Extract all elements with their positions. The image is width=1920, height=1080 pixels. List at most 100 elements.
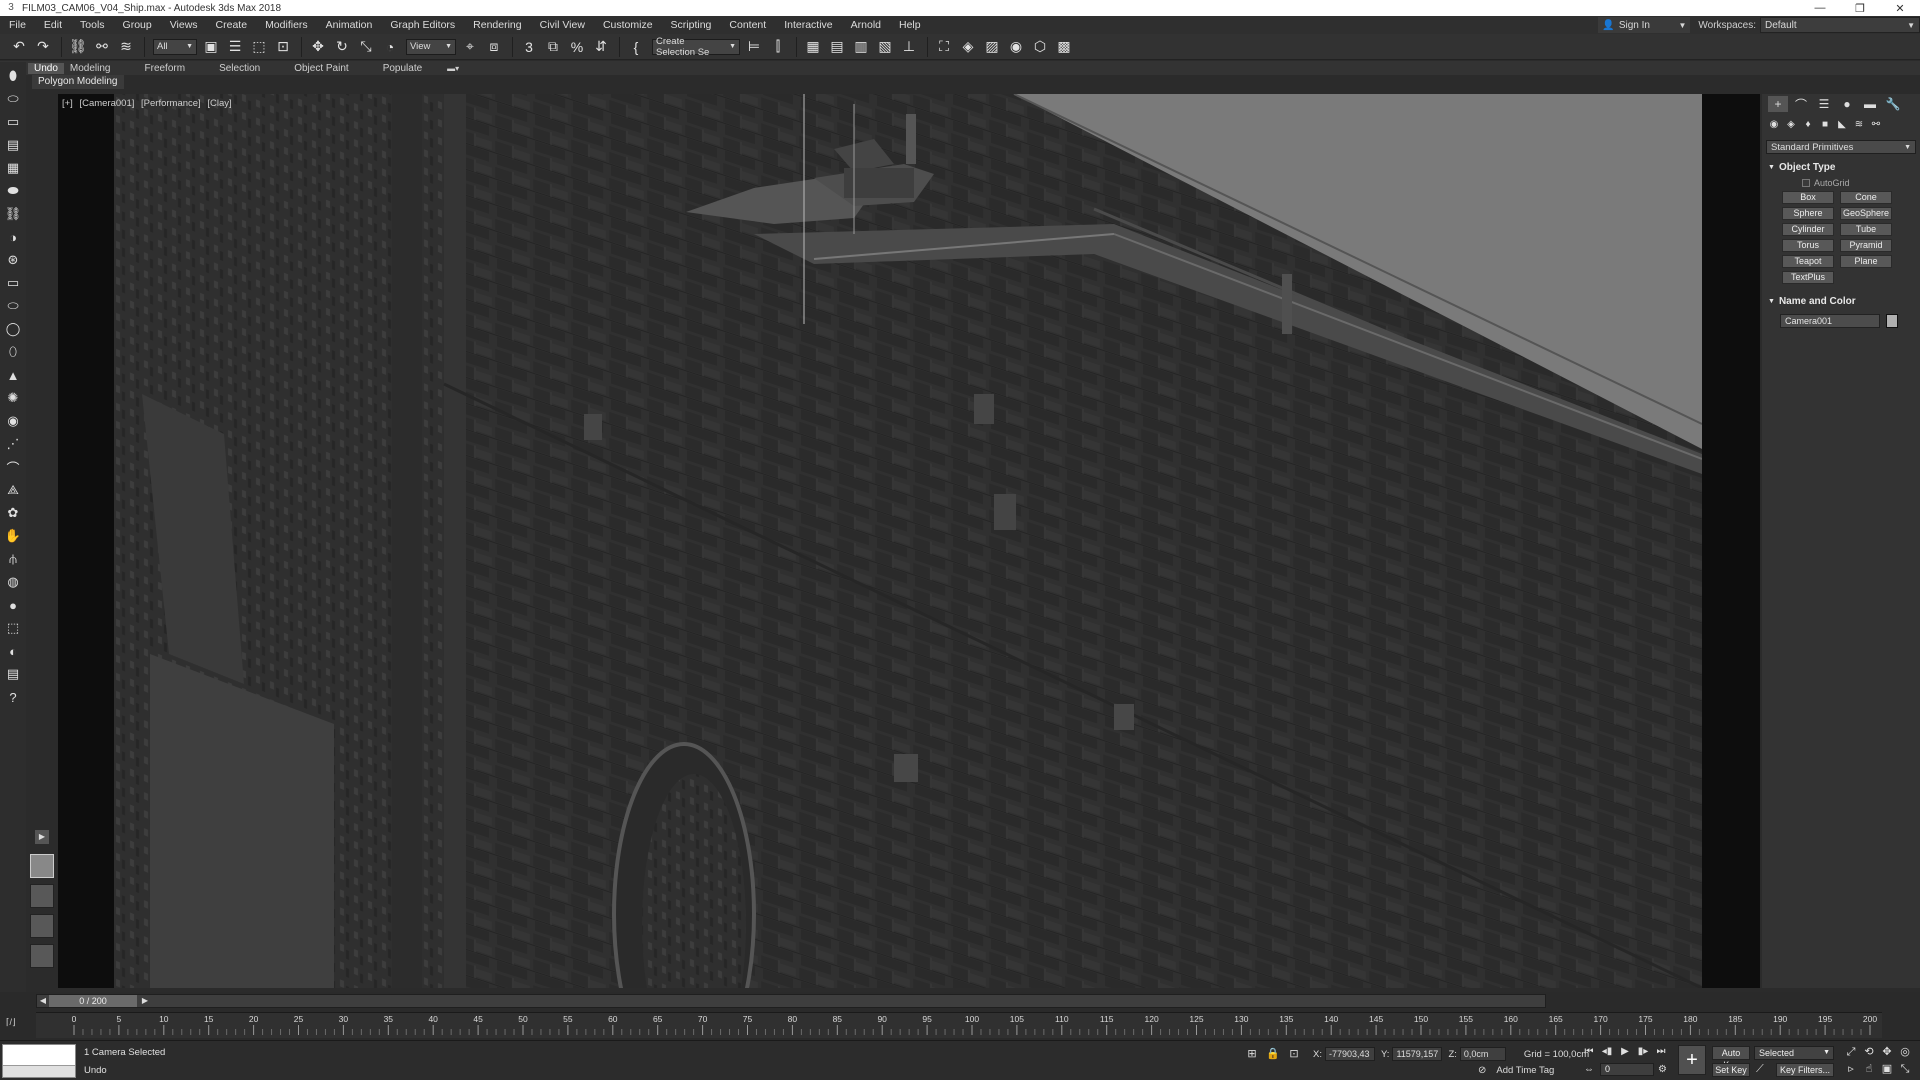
- current-frame-field[interactable]: 0: [1600, 1063, 1654, 1076]
- ribbon-options-icon[interactable]: ▬▾: [447, 64, 459, 73]
- z-coordinate-field[interactable]: 0,0cm: [1459, 1047, 1506, 1061]
- tab-selection[interactable]: Selection: [202, 63, 277, 74]
- next-key-icon[interactable]: ▮▸: [1634, 1045, 1652, 1059]
- named-selection-dropdown[interactable]: Create Selection Se ▼: [652, 36, 740, 58]
- set-keys-button[interactable]: +: [1678, 1045, 1706, 1075]
- key-mode-toggle-icon[interactable]: ⇔: [1584, 1064, 1596, 1075]
- layout-tab-four[interactable]: [30, 944, 54, 968]
- systems-icon[interactable]: ⚯: [1868, 116, 1884, 132]
- rotate-icon[interactable]: ↻: [331, 36, 353, 58]
- egg-icon[interactable]: ⬯: [3, 343, 23, 361]
- flower-icon[interactable]: ✿: [3, 504, 23, 522]
- maxscript-input[interactable]: [3, 1065, 75, 1077]
- pyramid-button[interactable]: Pyramid: [1840, 239, 1892, 252]
- select-manipulate-icon[interactable]: ⧈: [483, 36, 505, 58]
- box-button[interactable]: Box: [1782, 191, 1834, 204]
- lock-selection-icon[interactable]: 🔒: [1265, 1047, 1281, 1061]
- next-frame-icon[interactable]: ▶: [139, 995, 151, 1007]
- menu-modifiers[interactable]: Modifiers: [256, 19, 317, 31]
- render-setup-icon[interactable]: ◈: [957, 36, 979, 58]
- field-of-view-icon[interactable]: ◎: [1896, 1045, 1914, 1060]
- teapot-button[interactable]: Teapot: [1782, 255, 1834, 268]
- sphere-icon[interactable]: ◉: [3, 412, 23, 430]
- lattice-icon[interactable]: ⫛: [3, 550, 23, 568]
- cylinder-button[interactable]: Cylinder: [1782, 223, 1834, 236]
- go-to-start-icon[interactable]: ⏮: [1580, 1045, 1598, 1059]
- viewport-camera-label[interactable]: [Camera001]: [79, 98, 134, 109]
- torus-button[interactable]: Torus: [1782, 239, 1834, 252]
- orbit-icon[interactable]: ⟲: [1860, 1045, 1878, 1060]
- time-slider-thumb[interactable]: 0 / 200: [49, 995, 137, 1007]
- render-production-icon[interactable]: ◉: [1005, 36, 1027, 58]
- rendered-frame-window-icon[interactable]: ▨: [981, 36, 1003, 58]
- selection-filter-dropdown[interactable]: All ▼: [153, 38, 197, 55]
- scene-explorer-icon[interactable]: ▦: [802, 36, 824, 58]
- minimize-icon[interactable]: —: [1800, 2, 1840, 15]
- menu-arnold[interactable]: Arnold: [842, 19, 890, 31]
- viewport-menu-plus[interactable]: [+]: [62, 98, 73, 109]
- spinner-snap-icon[interactable]: ⇵: [590, 36, 612, 58]
- menu-tools[interactable]: Tools: [71, 19, 114, 31]
- menu-rendering[interactable]: Rendering: [464, 19, 530, 31]
- render-iterative-icon[interactable]: ⬡: [1029, 36, 1051, 58]
- schematic-view-icon[interactable]: ⊥: [898, 36, 920, 58]
- bind-space-warp-icon[interactable]: ≋: [115, 36, 137, 58]
- curve-icon[interactable]: ⌒: [3, 458, 23, 476]
- pivot-center-icon[interactable]: ⌖: [459, 36, 481, 58]
- geosphere-button[interactable]: GeoSphere: [1840, 207, 1892, 220]
- y-coordinate-field[interactable]: 11579,157: [1392, 1047, 1443, 1061]
- time-slider[interactable]: ◀ 0 / 200 ▶: [36, 994, 1546, 1008]
- maximize-viewport-icon[interactable]: ▣: [1878, 1062, 1896, 1077]
- utilities-tab-icon[interactable]: 🔧: [1883, 96, 1903, 112]
- light-icon[interactable]: ✺: [3, 389, 23, 407]
- circle-icon[interactable]: ◯: [3, 320, 23, 338]
- chain-icon[interactable]: ⛓: [3, 205, 23, 223]
- capsule-icon[interactable]: ⬭: [3, 297, 23, 315]
- object-name-field[interactable]: Camera001: [1780, 314, 1880, 328]
- previous-key-icon[interactable]: ◂▮: [1598, 1045, 1616, 1059]
- isolate-selection-icon[interactable]: ⊞: [1244, 1047, 1260, 1061]
- tab-modeling[interactable]: Modeling: [70, 63, 128, 74]
- align-icon[interactable]: ⫿: [767, 36, 789, 58]
- auto-key-button[interactable]: Auto Key: [1712, 1046, 1750, 1070]
- unlink-icon[interactable]: ⚯: [91, 36, 113, 58]
- cylinder-icon[interactable]: ⬭: [3, 90, 23, 108]
- workspace-dropdown[interactable]: Default ▼: [1760, 17, 1920, 33]
- track-bar[interactable]: ⌈/⌋ 0 5 10 15 20 25 30 35 40 45 50 55 60 65 70 75 80 85 90…: [6, 1012, 1882, 1038]
- camera-viewport[interactable]: [114, 94, 1702, 988]
- menu-animation[interactable]: Animation: [317, 19, 382, 31]
- motion-tab-icon[interactable]: ●: [1837, 96, 1857, 112]
- close-icon[interactable]: ✕: [1880, 2, 1920, 15]
- geometry-icon[interactable]: ◉: [1766, 116, 1782, 132]
- tab-freeform[interactable]: Freeform: [128, 63, 203, 74]
- scale-icon[interactable]: ⤡: [355, 36, 377, 58]
- teapot-icon[interactable]: ⬮: [3, 67, 23, 85]
- absolute-mode-icon[interactable]: ⊡: [1286, 1047, 1302, 1061]
- previous-frame-icon[interactable]: ◀: [37, 995, 49, 1007]
- half-circle-icon[interactable]: ◑: [3, 228, 23, 246]
- torus-icon[interactable]: ⬬: [3, 182, 23, 200]
- hand-icon[interactable]: ✋: [3, 527, 23, 545]
- move-icon[interactable]: ✥: [307, 36, 329, 58]
- tab-populate[interactable]: Populate: [366, 63, 439, 74]
- play-icon[interactable]: ▶: [1616, 1045, 1634, 1059]
- open-mini-curve-editor-icon[interactable]: ⌈/⌋: [6, 1017, 16, 1028]
- menu-civil-view[interactable]: Civil View: [531, 19, 594, 31]
- plane-button[interactable]: Plane: [1840, 255, 1892, 268]
- space-warps-icon[interactable]: ≋: [1851, 116, 1867, 132]
- rectangular-selection-icon[interactable]: ⬚: [248, 36, 270, 58]
- menu-content[interactable]: Content: [720, 19, 775, 31]
- mirror-icon[interactable]: ⊨: [743, 36, 765, 58]
- cone-icon[interactable]: ▲: [3, 366, 23, 384]
- object-color-swatch[interactable]: [1886, 314, 1898, 328]
- primitive-type-dropdown[interactable]: Standard Primitives ▼: [1766, 140, 1916, 154]
- shapes-icon[interactable]: ◈: [1783, 116, 1799, 132]
- redo-icon[interactable]: ↷: [32, 36, 54, 58]
- layout-tab-split[interactable]: [30, 884, 54, 908]
- restore-icon[interactable]: ❐: [1840, 2, 1880, 15]
- ribbon-panel-polygon-modeling[interactable]: Polygon Modeling: [32, 75, 124, 89]
- dot-icon[interactable]: ●: [3, 596, 23, 614]
- expand-layouts-icon[interactable]: ▶: [35, 830, 49, 844]
- autogrid-checkbox[interactable]: AutoGrid: [1802, 178, 1920, 188]
- hierarchy-tab-icon[interactable]: ☰: [1814, 96, 1834, 112]
